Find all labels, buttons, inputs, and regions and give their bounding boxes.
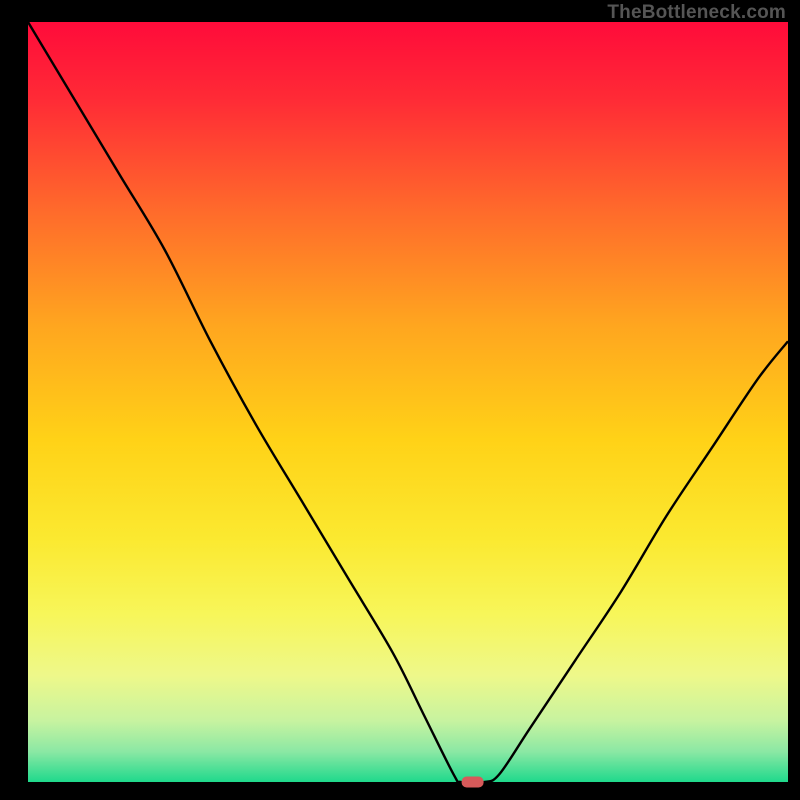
optimal-marker bbox=[462, 777, 484, 788]
chart-svg bbox=[0, 0, 800, 800]
plot-background bbox=[28, 22, 788, 782]
bottleneck-chart bbox=[0, 0, 800, 800]
attribution-label: TheBottleneck.com bbox=[607, 2, 786, 24]
